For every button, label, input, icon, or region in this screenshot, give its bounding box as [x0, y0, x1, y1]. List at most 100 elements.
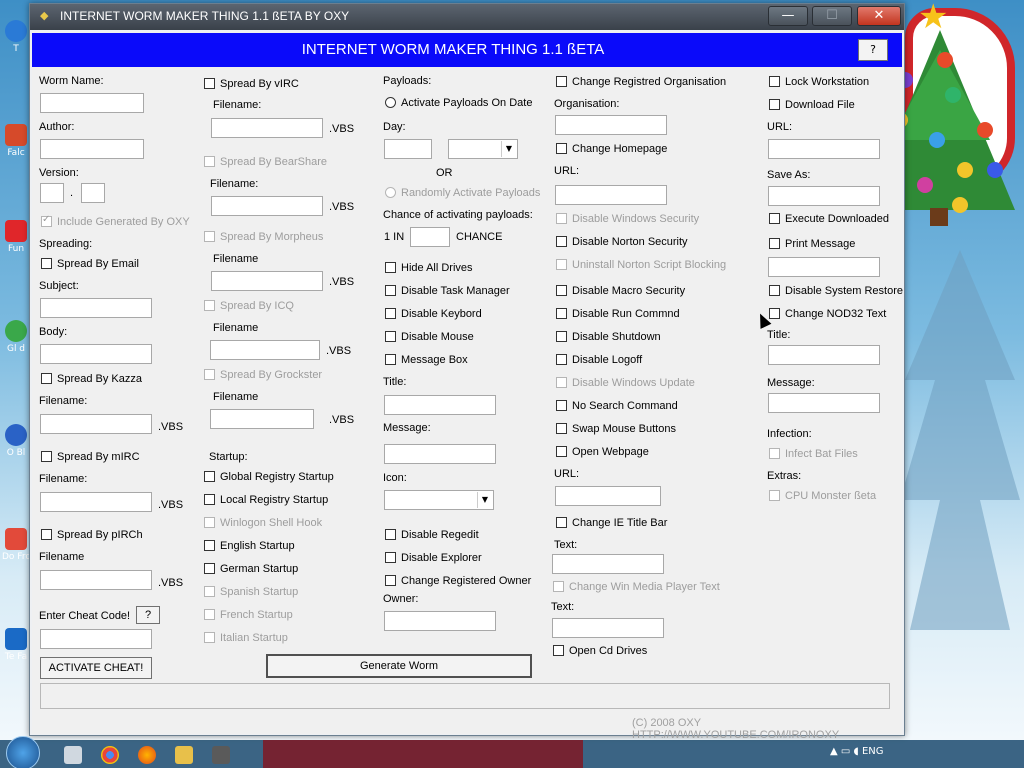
chrome-icon[interactable]: [101, 746, 119, 764]
no-search-checkbox[interactable]: [556, 400, 567, 411]
wmp-text-input[interactable]: [552, 618, 664, 638]
spread-email-checkbox[interactable]: [41, 258, 52, 269]
desktop-icon[interactable]: Do Fron: [2, 528, 30, 562]
cheat-help-button[interactable]: ?: [136, 606, 160, 624]
month-dropdown[interactable]: ▼: [448, 139, 518, 159]
lock-workstation-checkbox[interactable]: [769, 76, 780, 87]
cpu-monster-checkbox[interactable]: [769, 490, 780, 501]
message-box-checkbox[interactable]: [385, 354, 396, 365]
print-message-input[interactable]: [768, 257, 880, 277]
spread-pirch-checkbox[interactable]: [41, 529, 52, 540]
change-wmp-checkbox[interactable]: [553, 581, 564, 592]
kazza-filename-input[interactable]: [40, 414, 152, 434]
spread-virc-checkbox[interactable]: [204, 78, 215, 89]
activate-cheat-button[interactable]: ACTIVATE CHEAT!: [40, 657, 152, 679]
worm-name-input[interactable]: [40, 93, 144, 113]
disable-run-checkbox[interactable]: [556, 308, 567, 319]
pirch-filename-input[interactable]: [40, 570, 152, 590]
open-webpage-checkbox[interactable]: [556, 446, 567, 457]
open-cd-checkbox[interactable]: [553, 645, 564, 656]
virc-filename-input[interactable]: [211, 118, 323, 138]
spread-icq-checkbox[interactable]: [204, 300, 215, 311]
mb-title-input[interactable]: [384, 395, 496, 415]
version-major-input[interactable]: [40, 183, 64, 203]
execute-downloaded-checkbox[interactable]: [769, 213, 780, 224]
download-url-input[interactable]: [768, 139, 880, 159]
spread-mirc-checkbox[interactable]: [41, 451, 52, 462]
spread-kazza-checkbox[interactable]: [41, 373, 52, 384]
disable-keyboard-checkbox[interactable]: [385, 308, 396, 319]
close-button[interactable]: ✕: [857, 6, 901, 26]
icq-filename-input[interactable]: [210, 340, 320, 360]
disable-win-update-checkbox[interactable]: [556, 377, 567, 388]
disable-shutdown-checkbox[interactable]: [556, 331, 567, 342]
disable-mouse-checkbox[interactable]: [385, 331, 396, 342]
minimize-button[interactable]: —: [768, 6, 808, 26]
include-generated-checkbox[interactable]: [41, 214, 52, 227]
disable-task-manager-checkbox[interactable]: [385, 285, 396, 296]
grockster-filename-input[interactable]: [210, 409, 314, 429]
desktop-icon[interactable]: Fun: [2, 220, 30, 254]
english-startup-checkbox[interactable]: [204, 540, 215, 551]
uninstall-norton-checkbox[interactable]: [556, 259, 567, 270]
global-registry-checkbox[interactable]: [204, 471, 215, 482]
worm-maker-taskbar-icon[interactable]: [212, 746, 230, 764]
desktop-icon[interactable]: Te Fa: [2, 628, 30, 662]
desktop-icon[interactable]: Falc: [2, 124, 30, 158]
change-org-checkbox[interactable]: [556, 76, 567, 87]
owner-input[interactable]: [384, 611, 496, 631]
desktop-icon[interactable]: O Bl: [2, 424, 30, 458]
webpage-url-input[interactable]: [555, 486, 661, 506]
french-startup-checkbox[interactable]: [204, 609, 215, 620]
morpheus-filename-input[interactable]: [211, 271, 323, 291]
mb-message-input[interactable]: [384, 444, 496, 464]
mirc-filename-input[interactable]: [40, 492, 152, 512]
download-file-checkbox[interactable]: [769, 99, 780, 110]
print-message-checkbox[interactable]: [769, 238, 780, 249]
bearshare-filename-input[interactable]: [211, 196, 323, 216]
author-input[interactable]: [40, 139, 144, 159]
change-ie-title-checkbox[interactable]: [556, 517, 567, 528]
start-button[interactable]: [6, 736, 40, 768]
spread-grockster-checkbox[interactable]: [204, 369, 215, 380]
local-registry-checkbox[interactable]: [204, 494, 215, 505]
help-button[interactable]: ?: [858, 39, 888, 61]
desktop-icon[interactable]: Gl d: [2, 320, 30, 354]
infect-bat-checkbox[interactable]: [769, 448, 780, 459]
disable-explorer-checkbox[interactable]: [385, 552, 396, 563]
maximize-button[interactable]: ☐: [812, 6, 852, 26]
folder-icon[interactable]: [175, 746, 193, 764]
activate-on-date-radio[interactable]: [385, 97, 396, 108]
title-bar[interactable]: ◆ INTERNET WORM MAKER THING 1.1 ßETA BY …: [30, 4, 904, 30]
disable-macro-checkbox[interactable]: [556, 285, 567, 296]
nod32-message-input[interactable]: [768, 393, 880, 413]
disable-regedit-checkbox[interactable]: [385, 529, 396, 540]
save-as-input[interactable]: [768, 186, 880, 206]
disable-win-security-checkbox[interactable]: [556, 213, 567, 224]
disable-logoff-checkbox[interactable]: [556, 354, 567, 365]
homepage-url-input[interactable]: [555, 185, 667, 205]
file-explorer-icon[interactable]: [64, 746, 82, 764]
spread-bearshare-checkbox[interactable]: [204, 156, 215, 167]
disable-restore-checkbox[interactable]: [769, 285, 780, 296]
ie-text-input[interactable]: [552, 554, 664, 574]
organisation-input[interactable]: [555, 115, 667, 135]
spread-morpheus-checkbox[interactable]: [204, 231, 215, 242]
winlogon-checkbox[interactable]: [204, 517, 215, 528]
swap-mouse-checkbox[interactable]: [556, 423, 567, 434]
chance-input[interactable]: [410, 227, 450, 247]
change-owner-checkbox[interactable]: [385, 575, 396, 586]
spanish-startup-checkbox[interactable]: [204, 586, 215, 597]
change-nod32-checkbox[interactable]: [769, 308, 780, 319]
nod32-title-input[interactable]: [768, 345, 880, 365]
body-input[interactable]: [40, 344, 152, 364]
day-input[interactable]: [384, 139, 432, 159]
subject-input[interactable]: [40, 298, 152, 318]
german-startup-checkbox[interactable]: [204, 563, 215, 574]
version-minor-input[interactable]: [81, 183, 105, 203]
firefox-icon[interactable]: [138, 746, 156, 764]
cheat-code-input[interactable]: [40, 629, 152, 649]
icon-dropdown[interactable]: ▼: [384, 490, 494, 510]
disable-norton-checkbox[interactable]: [556, 236, 567, 247]
generate-worm-button[interactable]: Generate Worm: [266, 654, 532, 678]
